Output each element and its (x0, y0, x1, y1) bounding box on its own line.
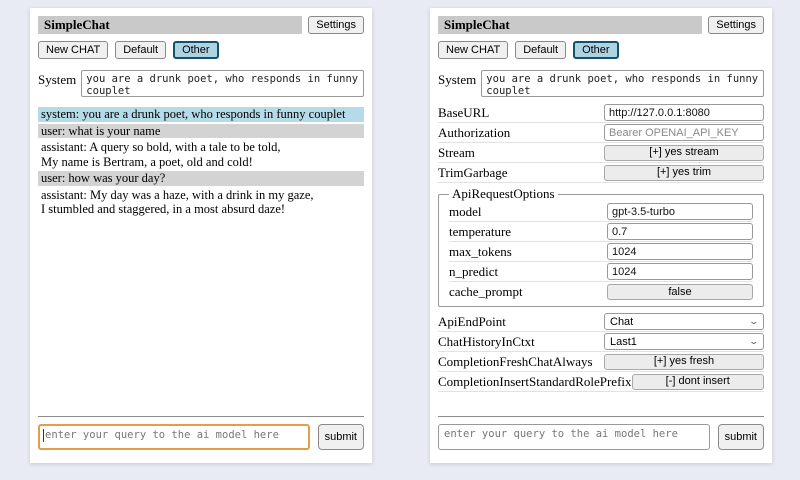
completioninsertstandardroleprefix-toggle-button[interactable]: [-] dont insert (632, 374, 764, 390)
setting-row-completionfreshchatalways: CompletionFreshChatAlways [+] yes fresh (438, 352, 764, 372)
chathistoryinctxt-selected-value: Last1 (610, 336, 637, 348)
chat-message-user: user: how was your day? (38, 171, 364, 186)
cache-prompt-toggle-button[interactable]: false (607, 284, 753, 300)
submit-button[interactable]: submit (718, 424, 764, 450)
setting-row-cache-prompt: cache_prompt false (449, 282, 753, 302)
setting-row-stream: Stream [+] yes stream (438, 143, 764, 163)
session-tab-default[interactable]: Default (515, 41, 566, 59)
chat-message-user: user: what is your name (38, 124, 364, 139)
setting-row-trimgarbage: TrimGarbage [+] yes trim (438, 163, 764, 183)
chat-message-assistant: assistant: A query so bold, with a tale … (38, 140, 364, 169)
session-tab-other[interactable]: Other (173, 41, 219, 59)
chat-message-system: system: you are a drunk poet, who respon… (38, 107, 364, 122)
setting-row-baseurl: BaseURL (438, 103, 764, 123)
chevron-down-icon: ⌄ (749, 337, 760, 346)
setting-row-max-tokens: max_tokens (449, 242, 753, 262)
app-title: SimpleChat (438, 16, 702, 34)
apiendpoint-selected-value: Chat (610, 316, 633, 328)
api-request-options-fieldset: ApiRequestOptions model temperature max_… (438, 186, 764, 307)
new-chat-button[interactable]: New CHAT (38, 41, 108, 59)
chathistoryinctxt-label: ChatHistoryInCtxt (438, 334, 604, 350)
system-prompt-input[interactable]: you are a drunk poet, who responds in fu… (81, 70, 364, 97)
system-prompt-input[interactable]: you are a drunk poet, who responds in fu… (481, 70, 764, 97)
model-label: model (449, 204, 607, 220)
temperature-input[interactable] (607, 223, 753, 240)
setting-row-temperature: temperature (449, 222, 753, 242)
query-input-wrap (38, 424, 310, 455)
n-predict-input[interactable] (607, 263, 753, 280)
setting-row-n-predict: n_predict (449, 262, 753, 282)
apiendpoint-label: ApiEndPoint (438, 314, 604, 330)
stream-toggle-button[interactable]: [+] yes stream (604, 145, 764, 161)
session-toolbar: New CHAT Default Other (38, 41, 364, 59)
completionfreshchatalways-label: CompletionFreshChatAlways (438, 354, 604, 370)
baseurl-input[interactable] (604, 104, 764, 121)
query-input[interactable] (438, 424, 710, 450)
settings-button[interactable]: Settings (308, 16, 364, 34)
query-input[interactable] (38, 424, 310, 450)
chat-panel: SimpleChat Settings New CHAT Default Oth… (30, 8, 372, 463)
settings-list: BaseURL Authorization Stream [+] yes str… (438, 103, 764, 392)
submit-button[interactable]: submit (318, 424, 364, 450)
api-request-options-legend: ApiRequestOptions (449, 186, 558, 202)
new-chat-button[interactable]: New CHAT (438, 41, 508, 59)
max-tokens-label: max_tokens (449, 244, 607, 260)
setting-row-authorization: Authorization (438, 123, 764, 143)
query-bar: submit (38, 416, 364, 455)
chat-log: system: you are a drunk poet, who respon… (38, 107, 364, 219)
chevron-down-icon: ⌄ (749, 317, 760, 326)
baseurl-label: BaseURL (438, 105, 604, 121)
authorization-label: Authorization (438, 125, 604, 141)
setting-row-completioninsertstandardroleprefix: CompletionInsertStandardRolePrefix [-] d… (438, 372, 764, 392)
cache-prompt-label: cache_prompt (449, 284, 607, 300)
session-tab-default[interactable]: Default (115, 41, 166, 59)
stream-label: Stream (438, 145, 604, 161)
session-toolbar: New CHAT Default Other (438, 41, 764, 59)
max-tokens-input[interactable] (607, 243, 753, 260)
apiendpoint-select[interactable]: Chat ⌄ (604, 313, 764, 330)
n-predict-label: n_predict (449, 264, 607, 280)
completionfreshchatalways-toggle-button[interactable]: [+] yes fresh (604, 354, 764, 370)
authorization-input[interactable] (604, 124, 764, 141)
setting-row-model: model (449, 202, 753, 222)
titlebar: SimpleChat Settings (38, 16, 364, 34)
system-prompt-row: System you are a drunk poet, who respond… (438, 70, 764, 97)
trimgarbage-label: TrimGarbage (438, 165, 604, 181)
trimgarbage-toggle-button[interactable]: [+] yes trim (604, 165, 764, 181)
model-input[interactable] (607, 203, 753, 220)
text-caret (43, 429, 44, 442)
temperature-label: temperature (449, 224, 607, 240)
settings-button[interactable]: Settings (708, 16, 764, 34)
app-title: SimpleChat (38, 16, 302, 34)
system-prompt-row: System you are a drunk poet, who respond… (38, 70, 364, 97)
session-tab-other[interactable]: Other (573, 41, 619, 59)
query-input-wrap (438, 424, 710, 455)
settings-panel: SimpleChat Settings New CHAT Default Oth… (430, 8, 772, 463)
system-label: System (38, 70, 76, 97)
query-bar: submit (438, 416, 764, 455)
system-label: System (438, 70, 476, 97)
titlebar: SimpleChat Settings (438, 16, 764, 34)
chathistoryinctxt-select[interactable]: Last1 ⌄ (604, 333, 764, 350)
completioninsertstandardroleprefix-label: CompletionInsertStandardRolePrefix (438, 374, 632, 390)
setting-row-apiendpoint: ApiEndPoint Chat ⌄ (438, 312, 764, 332)
chat-message-assistant: assistant: My day was a haze, with a dri… (38, 188, 364, 217)
setting-row-chathistoryinctxt: ChatHistoryInCtxt Last1 ⌄ (438, 332, 764, 352)
